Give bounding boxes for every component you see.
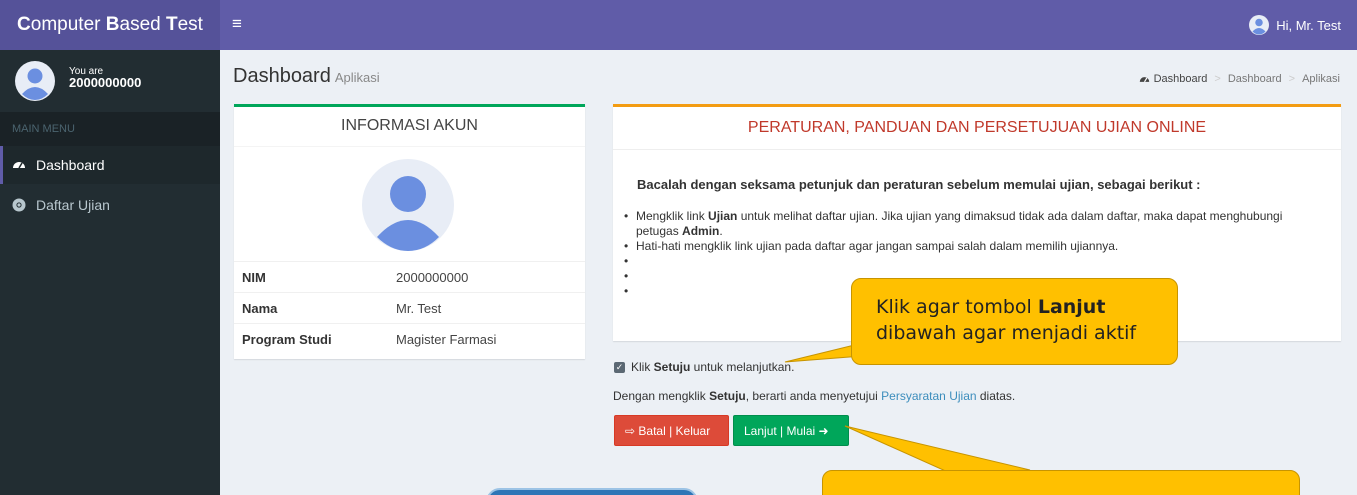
instruction-callout-lower bbox=[822, 470, 1300, 495]
agree-checkbox-row[interactable]: ✓ Klik Setuju untuk melanjutkan. bbox=[614, 360, 794, 374]
list-item: Hati-hati mengklik link ujian pada dafta… bbox=[623, 239, 1323, 254]
list-item bbox=[623, 254, 1323, 269]
account-info-box: INFORMASI AKUN NIM 2000000000 Nama Mr. T… bbox=[234, 104, 585, 359]
info-row-program-studi: Program Studi Magister Farmasi bbox=[234, 323, 585, 354]
avatar-icon bbox=[1249, 15, 1270, 35]
avatar bbox=[15, 61, 55, 101]
user-panel: You are 2000000000 bbox=[0, 50, 220, 112]
breadcrumb-home[interactable]: Dashboard bbox=[1154, 73, 1208, 85]
page-subtitle: Aplikasi bbox=[334, 70, 380, 85]
list-item: Mengklik link Ujian untuk melihat daftar… bbox=[623, 209, 1323, 239]
breadcrumb-current: Aplikasi bbox=[1302, 73, 1340, 85]
instruction-callout: Klik agar tombol Lanjut dibawah agar men… bbox=[851, 278, 1178, 365]
info-row-nama: Nama Mr. Test bbox=[234, 292, 585, 323]
sidebar: You are 2000000000 MAIN MENU Dashboard D… bbox=[0, 50, 220, 495]
user-id: 2000000000 bbox=[69, 75, 142, 90]
page-title: Dashboard Aplikasi bbox=[233, 65, 380, 87]
top-navbar: Computer Based Test ≡ Hi, Mr. Test bbox=[0, 0, 1357, 50]
consent-text: Dengan mengklik Setuju, berarti anda men… bbox=[613, 389, 1016, 403]
info-row-nim: NIM 2000000000 bbox=[234, 261, 585, 292]
sidebar-item-daftar-ujian[interactable]: Daftar Ujian bbox=[0, 186, 220, 224]
next-start-button[interactable]: Lanjut | Mulai ➜ bbox=[733, 415, 849, 446]
terms-link[interactable]: Persyaratan Ujian bbox=[881, 389, 976, 403]
app-logo[interactable]: Computer Based Test bbox=[0, 0, 220, 50]
chrome-icon bbox=[12, 198, 26, 212]
sidebar-item-dashboard[interactable]: Dashboard bbox=[0, 146, 220, 184]
agree-checkbox[interactable]: ✓ bbox=[614, 361, 625, 373]
sidebar-toggle-icon[interactable]: ≡ bbox=[232, 14, 242, 34]
rules-intro: Bacalah dengan seksama petunjuk dan pera… bbox=[637, 177, 1201, 192]
dashboard-icon bbox=[1139, 76, 1149, 82]
cancel-exit-button[interactable]: ⇨ Batal | Keluar bbox=[614, 415, 729, 446]
callout-pointer bbox=[844, 425, 1031, 474]
sign-out-icon: ⇨ bbox=[625, 424, 636, 438]
sidebar-item-label: Dashboard bbox=[36, 157, 105, 173]
dashboard-icon bbox=[13, 162, 25, 169]
annotation-shape bbox=[486, 488, 698, 495]
breadcrumb: Dashboard > Dashboard > Aplikasi bbox=[1139, 73, 1340, 85]
sidebar-item-label: Daftar Ujian bbox=[36, 197, 110, 213]
main-menu-header: MAIN MENU bbox=[0, 112, 220, 146]
breadcrumb-item[interactable]: Dashboard bbox=[1228, 73, 1282, 85]
account-box-title: INFORMASI AKUN bbox=[234, 107, 585, 147]
agree-label: Klik Setuju untuk melanjutkan. bbox=[631, 360, 795, 374]
user-menu[interactable]: Hi, Mr. Test bbox=[1249, 15, 1341, 35]
profile-avatar bbox=[362, 159, 454, 251]
user-greeting: Hi, Mr. Test bbox=[1276, 17, 1341, 33]
rules-box-title: PERATURAN, PANDUAN DAN PERSETUJUAN UJIAN… bbox=[613, 107, 1341, 150]
arrow-circle-right-icon: ➜ bbox=[818, 424, 829, 438]
